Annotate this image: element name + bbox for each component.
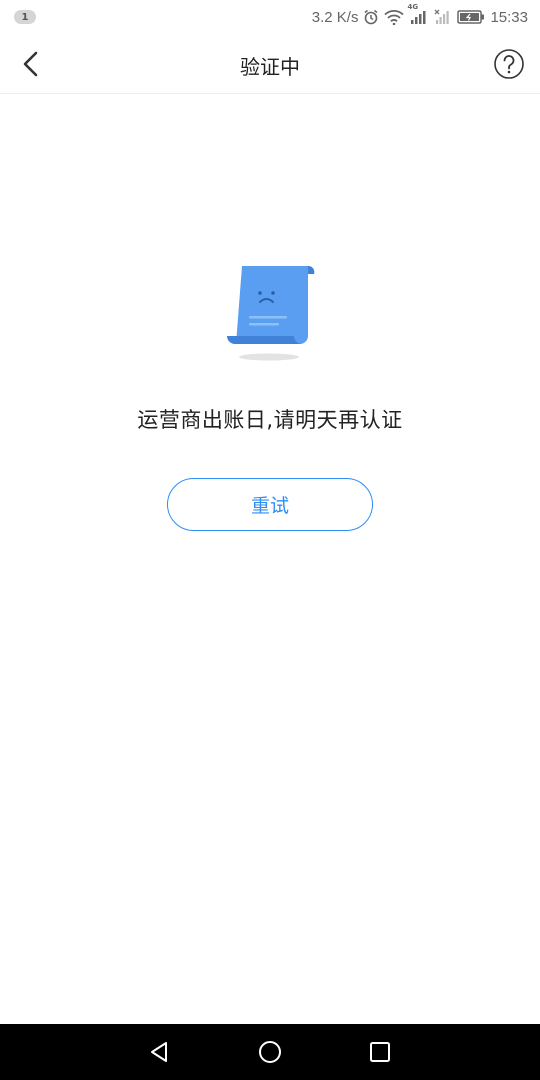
app-bar: 验证中	[0, 34, 540, 94]
back-triangle-icon	[151, 1042, 167, 1062]
help-button[interactable]	[492, 47, 526, 81]
status-message: 运营商出账日,请明天再认证	[137, 408, 403, 432]
battery-icon	[457, 10, 485, 24]
clock: 15:33	[490, 8, 528, 26]
sad-receipt-icon	[222, 260, 318, 366]
signal-icon-2	[434, 9, 452, 25]
retry-button[interactable]: 重试	[167, 478, 373, 531]
page-title: 验证中	[240, 55, 300, 79]
home-circle-icon	[259, 1041, 281, 1063]
nav-recents-button[interactable]	[364, 1036, 396, 1068]
question-circle-icon	[494, 49, 524, 79]
status-bar: 1 3.2 K/s 4G 15:33	[0, 0, 540, 34]
wifi-icon	[384, 9, 405, 25]
network-speed: 3.2 K/s	[311, 8, 359, 26]
alarm-icon	[363, 9, 379, 25]
network-type-label: 4G	[407, 3, 419, 11]
nav-home-button[interactable]	[254, 1036, 286, 1068]
status-right: 3.2 K/s 4G 15:33	[311, 3, 528, 26]
nav-back-button[interactable]	[143, 1036, 175, 1068]
notification-badge: 1	[14, 10, 36, 24]
system-nav-bar	[0, 1024, 540, 1080]
signal-icon: 4G	[407, 3, 429, 25]
recents-square-icon	[370, 1042, 390, 1062]
